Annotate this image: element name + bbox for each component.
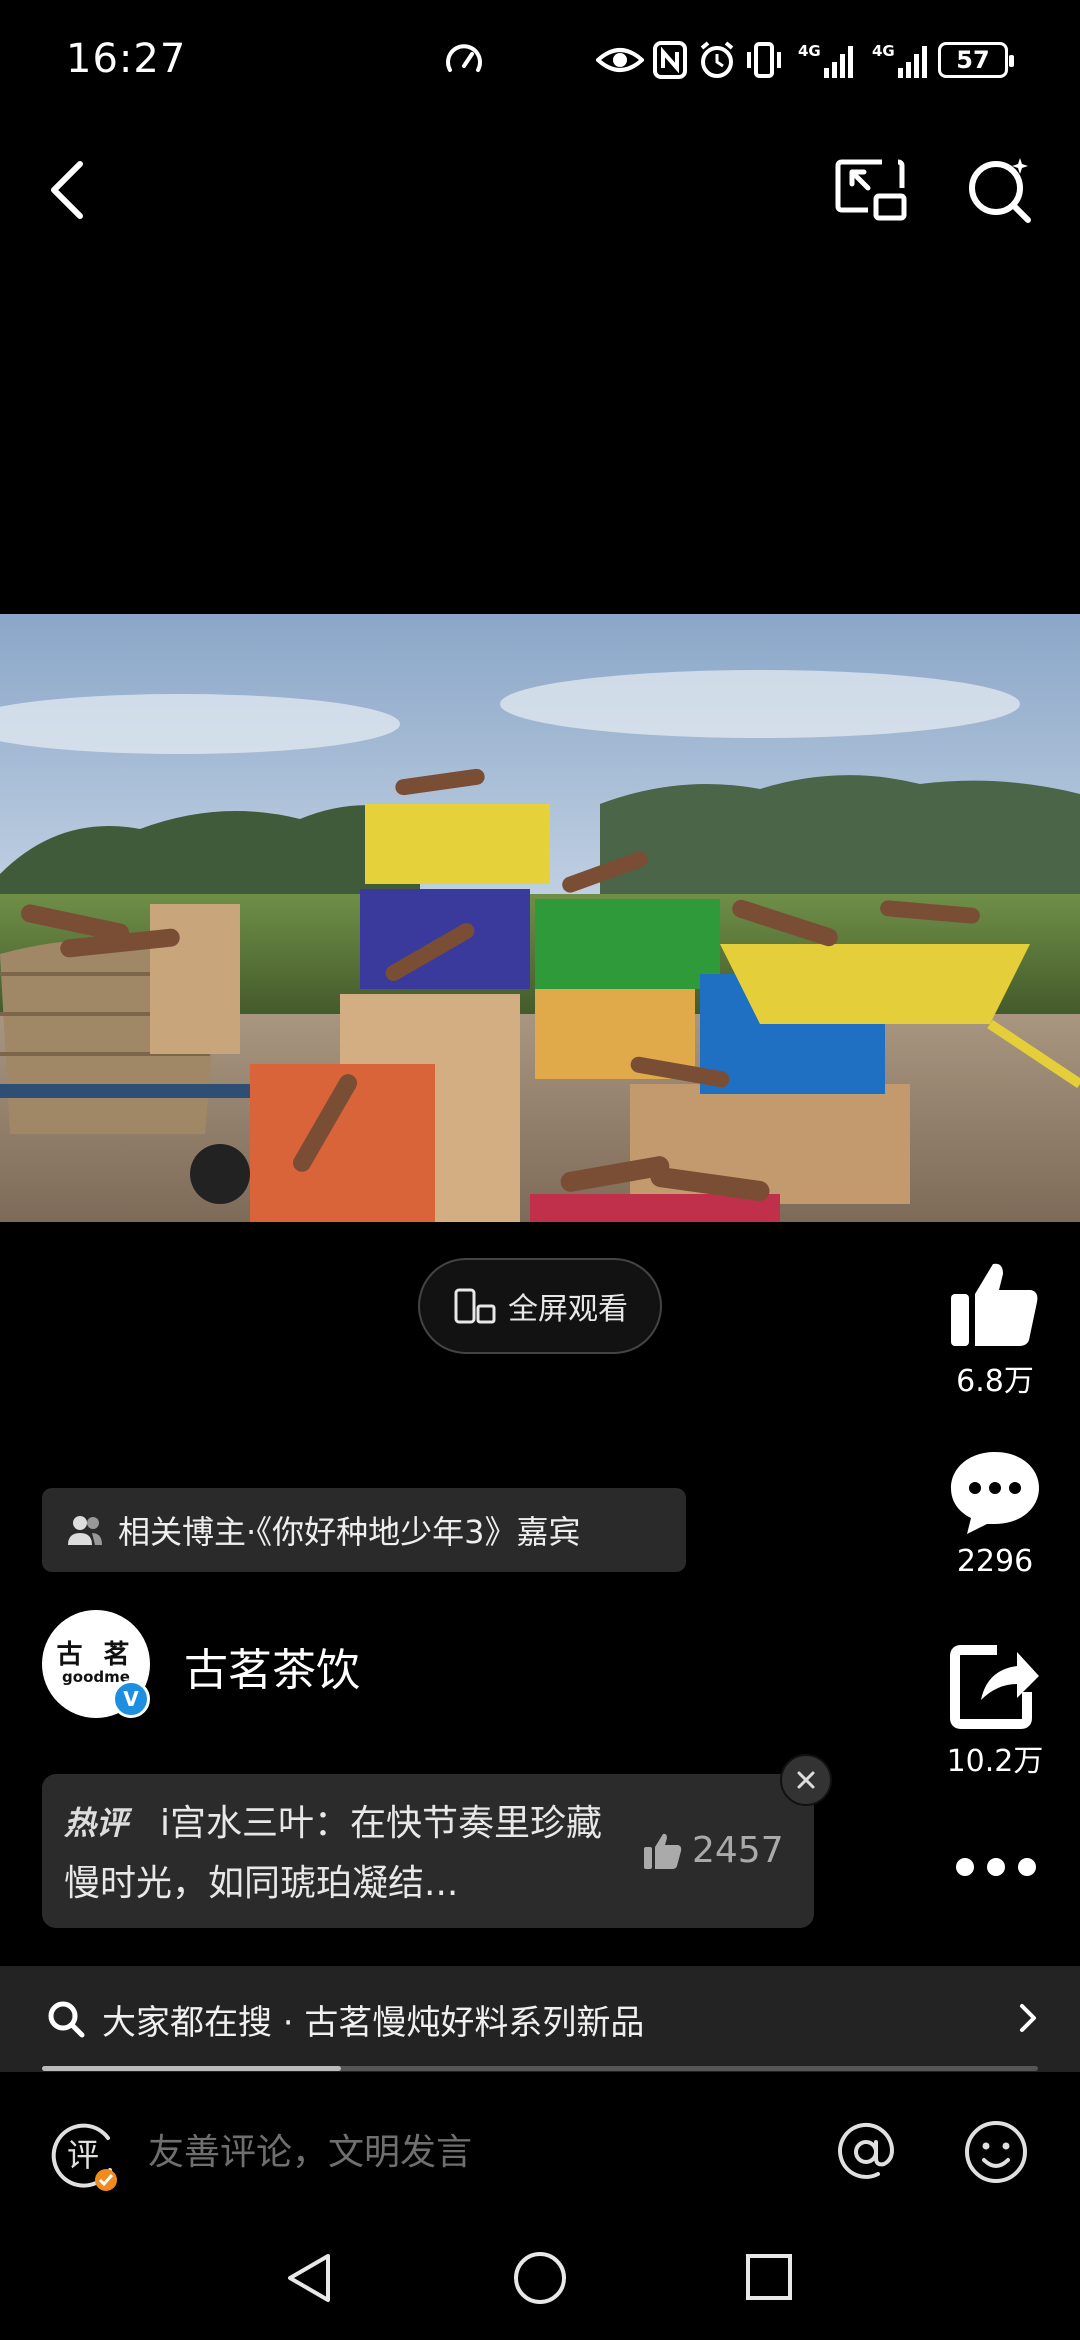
back-arrow-icon[interactable] — [40, 150, 100, 230]
close-hot-comment-button[interactable] — [780, 1754, 832, 1806]
status-bar: 16:27 4G 4G 57 — [0, 0, 1080, 120]
video-progress-fill — [42, 2066, 341, 2071]
trending-search-bar[interactable]: 大家都在搜 · 古茗慢炖好料系列新品 — [0, 1966, 1080, 2072]
signal-4g-icon: 4G — [798, 42, 853, 78]
mention-icon[interactable] — [832, 2118, 900, 2186]
more-options-icon[interactable] — [956, 1842, 1036, 1892]
hot-comment-text: i宫水三叶：在快节奏里珍藏慢时光，如同琥珀凝结... — [64, 1803, 603, 1904]
pip-icon[interactable] — [834, 156, 908, 222]
fullscreen-label: 全屏观看 — [508, 1292, 628, 1327]
svg-text:评: 评 — [67, 2136, 99, 2174]
alarm-icon — [700, 41, 734, 78]
share-icon — [950, 1645, 1039, 1729]
verified-badge: V — [112, 1680, 150, 1718]
comment-input[interactable] — [148, 2120, 768, 2184]
nav-recent-apps-icon[interactable] — [744, 2252, 794, 2302]
hot-comment-card[interactable]: 热评 i宫水三叶：在快节奏里珍藏慢时光，如同琥珀凝结... 2457 — [42, 1774, 814, 1928]
chevron-right-icon — [1020, 2004, 1036, 2032]
video-progress-bar[interactable] — [42, 2066, 1038, 2071]
svg-text:4G: 4G — [798, 42, 821, 60]
close-icon — [797, 1771, 815, 1789]
avatar-logo-cn: 古 茗 — [56, 1640, 136, 1670]
battery-indicator: 57 — [938, 42, 1014, 78]
thumbs-up-icon — [644, 1833, 682, 1869]
vibrate-icon — [747, 42, 781, 78]
nfc-icon — [653, 41, 687, 79]
speed-icon — [446, 44, 482, 72]
share-count: 10.2万 — [946, 1744, 1044, 1779]
fullscreen-button[interactable]: 全屏观看 — [418, 1258, 662, 1354]
author-name[interactable]: 古茗茶饮 — [184, 1634, 360, 1698]
comment-edit-icon[interactable]: 评 — [46, 2118, 122, 2194]
search-icon[interactable] — [964, 154, 1034, 224]
users-icon — [68, 1516, 102, 1545]
like-button[interactable]: 6.8万 — [930, 1258, 1060, 1400]
hot-comment-like-count: 2457 — [692, 1830, 784, 1871]
search-icon — [48, 2001, 85, 2038]
comment-input-bar: 评 — [0, 2104, 1080, 2200]
hot-comment-like[interactable]: 2457 — [642, 1830, 784, 1871]
svg-text:4G: 4G — [872, 42, 895, 60]
like-count: 6.8万 — [956, 1364, 1034, 1399]
video-frame-image — [0, 614, 1080, 1222]
thumbs-up-icon — [951, 1263, 1038, 1346]
signal-4g-icon: 4G — [872, 42, 927, 78]
rotate-screen-icon — [454, 1288, 496, 1324]
comment-count: 2296 — [956, 1544, 1034, 1579]
comment-bubble-icon — [951, 1452, 1039, 1534]
share-button[interactable]: 10.2万 — [930, 1638, 1060, 1780]
trending-search-text: 大家都在搜 · 古茗慢炖好料系列新品 — [102, 2002, 645, 2043]
eye-icon — [596, 48, 644, 72]
nav-home-icon[interactable] — [512, 2250, 568, 2306]
nav-back-icon[interactable] — [284, 2250, 334, 2306]
comment-button[interactable]: 2296 — [930, 1446, 1060, 1579]
status-time: 16:27 — [66, 36, 187, 82]
related-tag-text: 相关博主·《你好种地少年3》嘉宾 — [118, 1513, 581, 1551]
related-blogger-tag[interactable]: 相关博主·《你好种地少年3》嘉宾 — [42, 1488, 686, 1572]
emoji-icon[interactable] — [962, 2118, 1030, 2186]
video-player[interactable] — [0, 614, 1080, 1222]
